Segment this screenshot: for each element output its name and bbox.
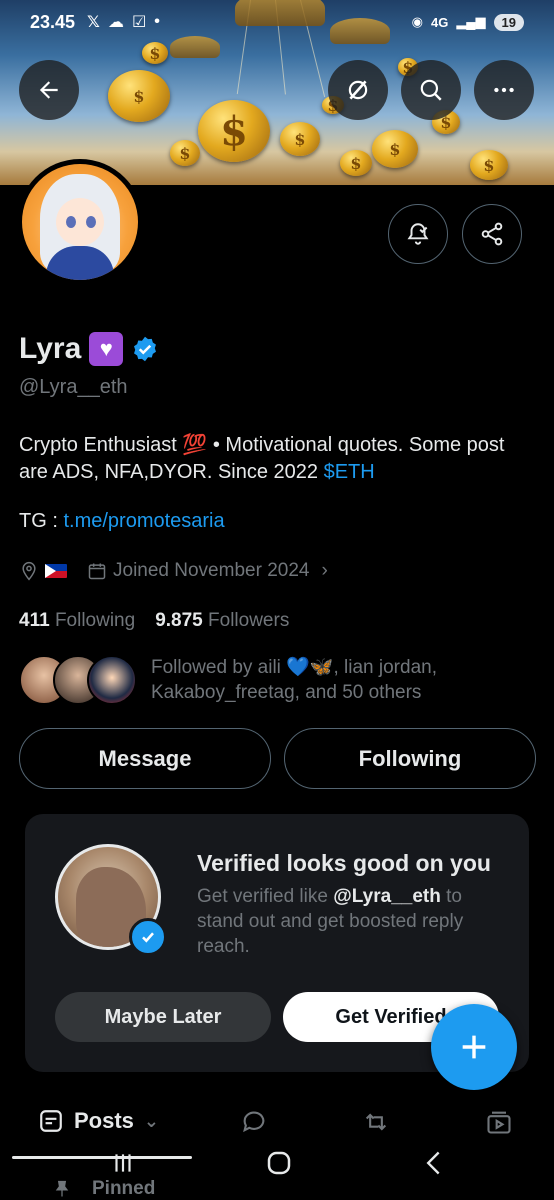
signal-icon: ▂▄▆: [456, 14, 486, 29]
promo-title: Verified looks good on you: [197, 850, 491, 876]
arrow-left-icon: [39, 81, 58, 99]
tg-link[interactable]: t.me/promotesaria: [63, 510, 224, 532]
profile-avatar[interactable]: [17, 159, 143, 285]
bio-cashtag-link[interactable]: $ETH: [324, 461, 375, 483]
tab-active-indicator: [12, 1156, 192, 1159]
search-icon: [420, 79, 442, 101]
status-time: 23.45: [30, 11, 76, 32]
pinned-label-row: Pinned: [52, 1178, 155, 1200]
hotspot-icon: ◉: [411, 14, 423, 29]
philippines-flag-icon: [45, 564, 67, 578]
message-button[interactable]: Message: [19, 728, 271, 789]
compose-post-button[interactable]: [431, 1004, 517, 1090]
verified-badge-icon: [129, 918, 167, 956]
reposts-tab-icon[interactable]: [362, 1108, 390, 1136]
verified-badge-icon[interactable]: [131, 335, 159, 363]
chevron-right-icon[interactable]: ›: [321, 560, 327, 582]
pinned-label: Pinned: [92, 1178, 156, 1199]
home-icon[interactable]: [264, 1148, 294, 1178]
posts-icon: [40, 1110, 62, 1132]
heart-icon: ♥: [89, 332, 124, 366]
grok-button[interactable]: [328, 60, 388, 120]
grok-icon: [348, 80, 368, 100]
bio-text: Crypto Enthusiast 💯 • Motivational quote…: [19, 434, 505, 483]
following-button[interactable]: Following: [284, 728, 536, 789]
chevron-down-icon: ⌄: [143, 1110, 160, 1131]
followed-by-row[interactable]: Followed by aili 💙🦋, lian jordan, Kakabo…: [19, 655, 491, 705]
location-pin-icon: [22, 561, 36, 581]
back-button[interactable]: [19, 60, 79, 120]
battery-indicator: 19: [493, 13, 524, 31]
dot-icon: •: [154, 13, 160, 30]
cloud-icon: ☁: [107, 14, 124, 31]
profile-handle: @Lyra__eth: [19, 376, 128, 398]
promo-text: Get verified like @Lyra__eth to stand ou…: [197, 886, 464, 957]
pin-icon: [55, 1180, 69, 1197]
search-button[interactable]: [401, 60, 461, 120]
check-box-icon: ☑: [131, 14, 147, 31]
media-tab-icon[interactable]: [485, 1108, 513, 1136]
tab-posts[interactable]: Posts ⌄: [38, 1108, 159, 1134]
recent-apps-icon[interactable]: [108, 1150, 138, 1176]
follower-avatar: [87, 655, 137, 705]
maybe-later-button[interactable]: Maybe Later: [55, 992, 271, 1042]
follow-counts: 411 Following 9.875 Followers: [19, 610, 289, 632]
profile-name: Lyra: [19, 332, 82, 365]
more-icon: [494, 87, 514, 93]
following-count-link[interactable]: 411 Following: [19, 610, 135, 632]
profile-meta: Joined November 2024 ›: [19, 560, 328, 582]
status-bar: 23.45 𝕏 ☁ ☑ • ◉ 4G ▂▄▆ 19: [0, 0, 554, 44]
network-type: 4G: [430, 14, 449, 30]
profile-bio: Crypto Enthusiast 💯 • Motivational quote…: [19, 432, 534, 486]
notifications-button[interactable]: [388, 204, 448, 264]
x-app-icon: 𝕏: [87, 14, 100, 31]
replies-tab-icon[interactable]: [240, 1108, 268, 1136]
tg-label: TG :: [19, 510, 64, 532]
back-nav-icon[interactable]: [420, 1148, 448, 1178]
bell-check-icon: [407, 223, 429, 245]
followed-by-text: Followed by aili 💙🦋, lian jordan, Kakabo…: [151, 657, 437, 703]
avatar-image: [22, 164, 138, 280]
profile-tg-line: TG : t.me/promotesaria: [19, 510, 225, 533]
share-button[interactable]: [462, 204, 522, 264]
profile-name-row: Lyra ♥: [19, 332, 159, 366]
joined-date: Joined November 2024: [113, 560, 310, 581]
calendar-icon: [88, 563, 106, 580]
share-icon: [481, 222, 503, 246]
followers-count-link[interactable]: 9.875 Followers: [155, 610, 289, 632]
more-button[interactable]: [474, 60, 534, 120]
plus-icon: [462, 1035, 486, 1059]
